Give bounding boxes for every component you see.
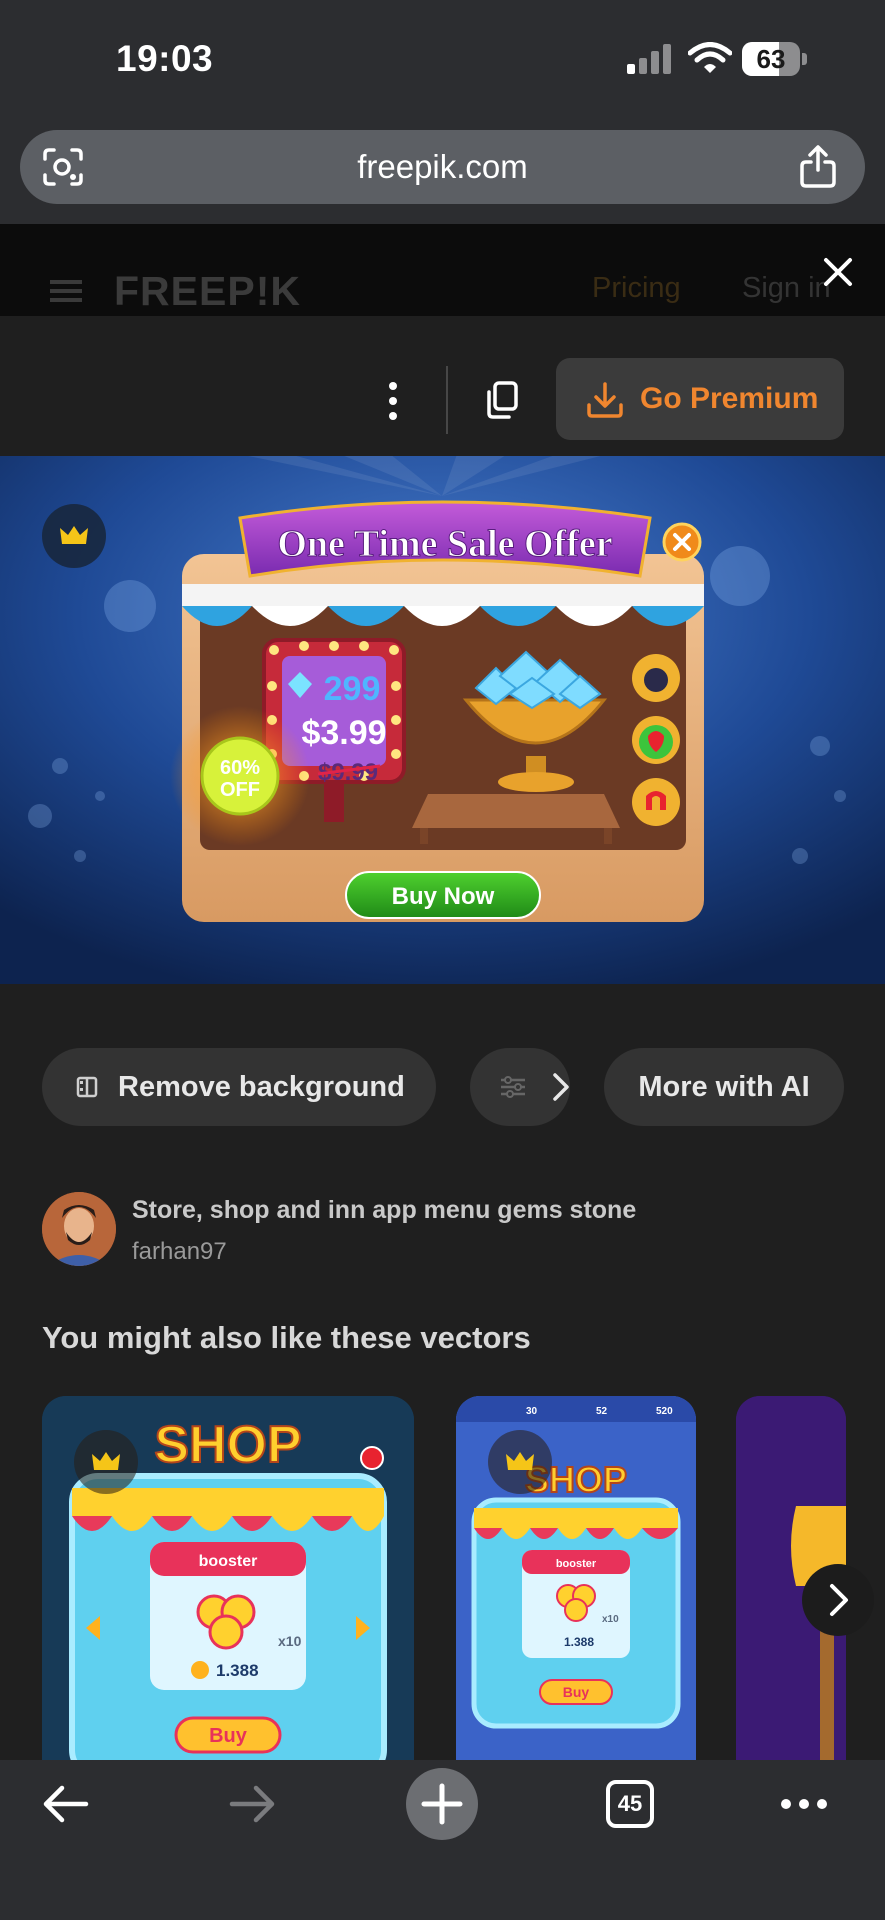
nav-pricing-link: Pricing bbox=[592, 272, 681, 304]
wifi-icon bbox=[688, 42, 732, 73]
thumb2-stat: 52 bbox=[596, 1406, 608, 1417]
asset-title: Store, shop and inn app menu gems stone bbox=[132, 1196, 637, 1224]
gem-count: 299 bbox=[324, 670, 381, 708]
go-premium-button[interactable]: Go Premium bbox=[556, 358, 844, 440]
lens-icon[interactable] bbox=[42, 147, 84, 187]
plus-icon bbox=[421, 1783, 463, 1825]
premium-crown-badge bbox=[488, 1430, 552, 1494]
adjust-tools-button[interactable] bbox=[470, 1048, 570, 1126]
battery-icon: 63 bbox=[742, 42, 808, 76]
buy-now-label: Buy Now bbox=[392, 883, 495, 910]
chevron-right-icon bbox=[553, 1073, 569, 1101]
forward-arrow-icon[interactable] bbox=[228, 1782, 278, 1826]
thumb2-stat: 30 bbox=[526, 1406, 538, 1417]
banner-title: One Time Sale Offer bbox=[277, 523, 612, 565]
new-tab-button[interactable] bbox=[406, 1768, 478, 1840]
hero-image[interactable]: One Time Sale Offer 299 $3.99 $9.99 60% … bbox=[0, 456, 885, 984]
related-section-title: You might also like these vectors bbox=[42, 1320, 531, 1355]
signal-icon bbox=[627, 44, 671, 74]
thumb1-count: x10 bbox=[278, 1633, 302, 1649]
download-icon bbox=[587, 382, 623, 418]
remove-background-icon bbox=[76, 1076, 98, 1098]
related-thumbnail[interactable]: SHOP booster x10 1.388 Buy bbox=[42, 1396, 414, 1760]
sale-price: $3.99 bbox=[301, 714, 386, 752]
related-thumbnail[interactable]: 30 52 520 SHOP booster x10 1.388 Buy bbox=[456, 1396, 696, 1760]
thumb1-buy: Buy bbox=[209, 1725, 248, 1747]
premium-crown-badge bbox=[74, 1430, 138, 1494]
thumb2-count: x10 bbox=[602, 1614, 619, 1625]
share-icon[interactable] bbox=[798, 144, 838, 188]
more-with-ai-button[interactable]: More with AI bbox=[604, 1048, 844, 1126]
tabs-icon[interactable]: 45 bbox=[606, 1780, 654, 1828]
battery-level: 63 bbox=[756, 44, 786, 74]
thumb2-buy: Buy bbox=[563, 1684, 590, 1700]
thumb1-title: SHOP bbox=[154, 1416, 301, 1474]
url-text[interactable]: freepik.com bbox=[20, 130, 865, 204]
crown-icon bbox=[506, 1452, 534, 1470]
nav-signin-link: Sign in bbox=[742, 272, 831, 304]
more-with-ai-label: More with AI bbox=[638, 1071, 810, 1103]
thumb2-card-label: booster bbox=[556, 1558, 597, 1570]
freepik-logo: FREEP!K bbox=[114, 268, 301, 314]
menu-icon bbox=[50, 280, 82, 302]
discount-percent: 60% bbox=[220, 757, 260, 779]
close-icon[interactable] bbox=[820, 254, 856, 290]
thumb2-coins: 1.388 bbox=[564, 1635, 594, 1649]
carousel-next-button[interactable] bbox=[802, 1564, 874, 1636]
divider bbox=[446, 366, 448, 434]
back-arrow-icon[interactable] bbox=[40, 1782, 90, 1826]
address-bar[interactable]: freepik.com bbox=[20, 130, 865, 204]
remove-background-label: Remove background bbox=[118, 1071, 405, 1103]
discount-word: OFF bbox=[220, 779, 260, 801]
chevron-right-icon bbox=[830, 1584, 848, 1616]
avatar-illustration bbox=[42, 1192, 116, 1266]
status-time: 19:03 bbox=[116, 38, 214, 79]
crown-icon bbox=[60, 526, 88, 544]
adjust-icon bbox=[501, 1076, 525, 1098]
author-avatar[interactable] bbox=[42, 1192, 116, 1266]
remove-background-button[interactable]: Remove background bbox=[42, 1048, 436, 1126]
more-horizontal-icon[interactable] bbox=[780, 1794, 828, 1814]
more-vertical-icon[interactable] bbox=[378, 380, 408, 422]
copy-icon[interactable] bbox=[484, 380, 520, 420]
thumb1-coins: 1.388 bbox=[216, 1661, 259, 1680]
premium-crown-badge bbox=[42, 504, 106, 568]
thumb1-card-label: booster bbox=[199, 1553, 258, 1570]
crown-icon bbox=[92, 1452, 120, 1470]
go-premium-label: Go Premium bbox=[640, 382, 819, 415]
author-name[interactable]: farhan97 bbox=[132, 1238, 227, 1266]
thumb2-stat: 520 bbox=[656, 1406, 673, 1417]
